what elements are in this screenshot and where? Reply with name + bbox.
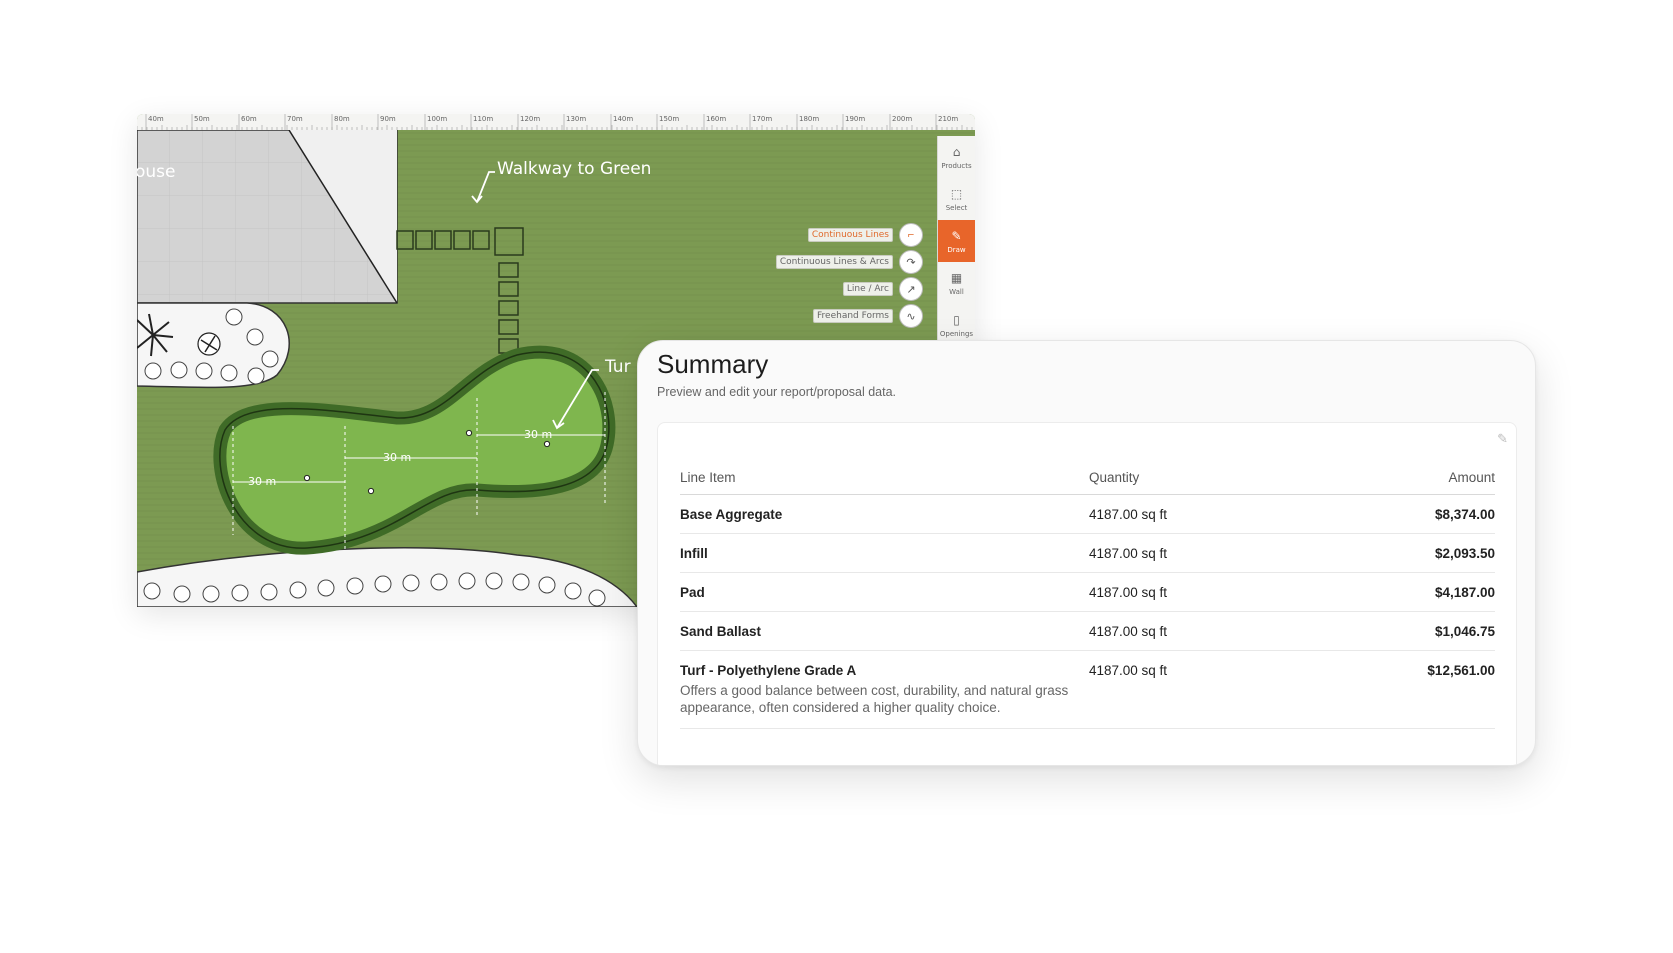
house-label: ouse bbox=[137, 162, 176, 182]
draw-icon: ✎ bbox=[951, 228, 962, 243]
tool-option-label: Freehand Forms bbox=[813, 309, 893, 323]
ruler-label: 120m bbox=[520, 115, 541, 123]
line-item-quantity: 4187.00 sq ft bbox=[1089, 624, 1168, 639]
ruler-label: 200m bbox=[892, 115, 913, 123]
tool-line-arc[interactable]: Line / Arc ↗ bbox=[842, 277, 923, 301]
line-item-description: Offers a good balance between cost, dura… bbox=[680, 683, 1069, 715]
tree-icon bbox=[197, 332, 221, 356]
line-item-name: Turf - Polyethylene Grade A bbox=[680, 663, 857, 678]
dimension-label: 30 m bbox=[524, 428, 553, 441]
ruler-label: 40m bbox=[148, 115, 164, 123]
toolbar-draw-button[interactable]: ✎ Draw bbox=[938, 220, 975, 262]
line-item-quantity: 4187.00 sq ft bbox=[1089, 585, 1168, 600]
ruler-label: 190m bbox=[845, 115, 866, 123]
freehand-icon: ∿ bbox=[899, 304, 923, 328]
ruler-label: 70m bbox=[287, 115, 303, 123]
tool-option-label: Continuous Lines & Arcs bbox=[775, 255, 893, 269]
pencil-icon[interactable]: ✎ bbox=[1497, 431, 1508, 447]
tag-icon: ⌂ bbox=[952, 144, 961, 159]
ruler-label: 80m bbox=[334, 115, 350, 123]
line-item-quantity: 4187.00 sq ft bbox=[1089, 507, 1168, 522]
line-item-name: Infill bbox=[680, 546, 708, 561]
line-item-quantity: 4187.00 sq ft bbox=[1089, 546, 1168, 561]
ruler-label: 210m bbox=[938, 115, 959, 123]
line-item-amount: $12,561.00 bbox=[1427, 663, 1495, 678]
line-item-quantity: 4187.00 sq ft bbox=[1089, 663, 1168, 678]
ruler-label: 160m bbox=[706, 115, 727, 123]
column-header-quantity: Quantity bbox=[1089, 470, 1140, 485]
table-row[interactable]: Sand Ballast 4187.00 sq ft $1,046.75 bbox=[680, 612, 1495, 651]
table-row[interactable]: Turf - Polyethylene Grade A 4187.00 sq f… bbox=[680, 651, 1495, 729]
toolbar-wall-button[interactable]: ▦ Wall bbox=[938, 262, 975, 304]
house-structure[interactable] bbox=[137, 130, 398, 304]
ruler-label: 180m bbox=[799, 115, 820, 123]
horizontal-ruler: 40m 50m 60m 70m 80m 90m 100m 110m 120m 1… bbox=[137, 114, 975, 131]
line-item-name: Base Aggregate bbox=[680, 507, 783, 522]
table-row[interactable]: Base Aggregate 4187.00 sq ft $8,374.00 bbox=[680, 495, 1495, 534]
toolbar-button-label: Products bbox=[941, 161, 972, 170]
continuous-lines-icon: ⌐ bbox=[899, 223, 923, 247]
line-item-name: Pad bbox=[680, 585, 705, 600]
wall-icon: ▦ bbox=[950, 270, 963, 285]
table-header: Line Item Quantity Amount bbox=[680, 457, 1495, 495]
tool-lines-arcs[interactable]: Continuous Lines & Arcs ↷ bbox=[775, 250, 923, 274]
ruler-label: 140m bbox=[613, 115, 634, 123]
tool-option-label: Continuous Lines bbox=[807, 228, 893, 242]
ruler-label: 170m bbox=[752, 115, 773, 123]
table-row[interactable]: Infill 4187.00 sq ft $2,093.50 bbox=[680, 534, 1495, 573]
summary-title: Summary bbox=[657, 349, 769, 379]
summary-table-card: ✎ Line Item Quantity Amount Base Aggrega… bbox=[657, 422, 1517, 765]
tool-option-label: Line / Arc bbox=[842, 282, 893, 296]
dimension-label: 30 m bbox=[383, 451, 412, 464]
toolbar-button-label: Select bbox=[945, 203, 968, 212]
ruler-label: 90m bbox=[380, 115, 396, 123]
toolbar-button-label: Openings bbox=[939, 329, 974, 338]
ruler-label: 60m bbox=[241, 115, 257, 123]
line-item-name: Sand Ballast bbox=[680, 624, 762, 639]
line-item-amount: $2,093.50 bbox=[1434, 546, 1495, 561]
ruler-label: 130m bbox=[566, 115, 587, 123]
toolbar-products-button[interactable]: ⌂ Products bbox=[938, 136, 975, 178]
ruler-label: 50m bbox=[194, 115, 210, 123]
tool-continuous-lines[interactable]: Continuous Lines ⌐ bbox=[807, 223, 923, 247]
walkway-label: Walkway to Green bbox=[497, 159, 652, 179]
table-row[interactable]: Pad 4187.00 sq ft $4,187.00 bbox=[680, 573, 1495, 612]
column-header-line-item: Line Item bbox=[680, 470, 736, 485]
tool-freehand[interactable]: Freehand Forms ∿ bbox=[813, 304, 923, 328]
door-icon: ▯ bbox=[953, 312, 960, 327]
column-header-amount: Amount bbox=[1448, 470, 1495, 485]
turf-label: Tur bbox=[605, 357, 631, 377]
select-icon: ⬚ bbox=[950, 186, 963, 201]
ruler-label: 150m bbox=[659, 115, 680, 123]
line-item-amount: $1,046.75 bbox=[1434, 624, 1495, 639]
planting-bed-top[interactable] bbox=[137, 302, 290, 389]
ruler-label: 110m bbox=[473, 115, 494, 123]
toolbar-button-label: Draw bbox=[947, 245, 966, 254]
dimension-label: 30 m bbox=[248, 475, 277, 488]
summary-panel: Summary Preview and edit your report/pro… bbox=[637, 340, 1536, 766]
line-arc-icon: ↗ bbox=[899, 277, 923, 301]
lines-arcs-icon: ↷ bbox=[899, 250, 923, 274]
ruler-label: 100m bbox=[427, 115, 448, 123]
summary-subtitle: Preview and edit your report/proposal da… bbox=[657, 385, 897, 399]
toolbar-button-label: Wall bbox=[949, 287, 964, 296]
toolbar-select-button[interactable]: ⬚ Select bbox=[938, 178, 975, 220]
line-item-amount: $4,187.00 bbox=[1434, 585, 1495, 600]
line-item-amount: $8,374.00 bbox=[1434, 507, 1495, 522]
